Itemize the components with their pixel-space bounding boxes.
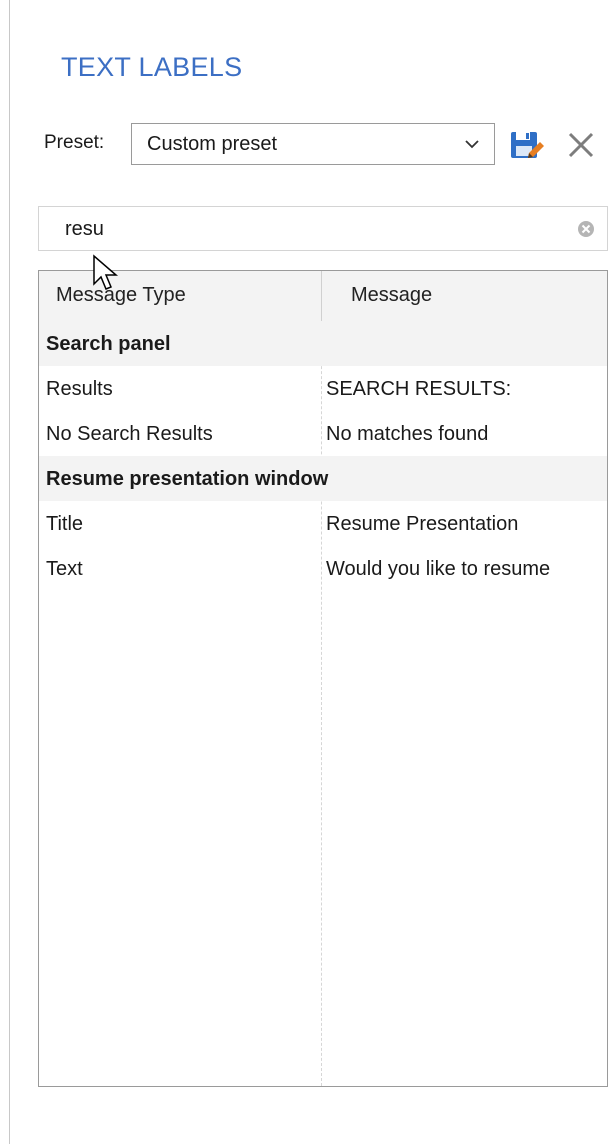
panel-title: TEXT LABELS (61, 52, 243, 82)
message-type-cell: Results (46, 378, 113, 400)
message-type-cell: No Search Results (46, 423, 213, 445)
table-row[interactable]: Results SEARCH RESULTS: (39, 366, 607, 411)
preset-label: Preset: (44, 132, 105, 153)
column-divider[interactable] (321, 271, 322, 321)
table-header: Message Type Message (39, 271, 607, 322)
message-cell[interactable]: Resume Presentation (326, 513, 607, 536)
message-cell[interactable]: SEARCH RESULTS: (326, 378, 607, 401)
message-type-cell: Text (46, 558, 83, 580)
table-row[interactable]: Text Would you like to resume (39, 546, 607, 591)
message-type-cell: Title (46, 513, 84, 535)
group-title: Resume presentation window (46, 468, 329, 490)
group-title: Search panel (46, 333, 171, 355)
text-labels-panel: TEXT LABELS Preset: Custom preset resu M… (9, 0, 615, 1144)
message-cell[interactable]: No matches found (326, 423, 607, 446)
messages-table: Message Type Message Search panel Result… (38, 270, 608, 1087)
search-value: resu (65, 218, 104, 240)
save-icon[interactable] (509, 129, 545, 161)
preset-selected-value: Custom preset (147, 133, 278, 155)
clear-circle-icon[interactable] (577, 220, 595, 238)
mouse-cursor-icon (93, 254, 119, 290)
preset-dropdown[interactable]: Custom preset (131, 123, 495, 165)
group-row[interactable]: Search panel (39, 321, 607, 366)
table-row[interactable]: No Search Results No matches found (39, 411, 607, 456)
message-cell[interactable]: Would you like to resume (326, 558, 607, 581)
search-input[interactable]: resu (38, 206, 608, 251)
chevron-down-icon (465, 140, 479, 149)
group-row[interactable]: Resume presentation window (39, 456, 607, 501)
table-body: Search panel Results SEARCH RESULTS: No … (39, 321, 607, 591)
close-icon[interactable] (565, 130, 597, 160)
table-row[interactable]: Title Resume Presentation (39, 501, 607, 546)
column-header-message[interactable]: Message (351, 284, 432, 307)
